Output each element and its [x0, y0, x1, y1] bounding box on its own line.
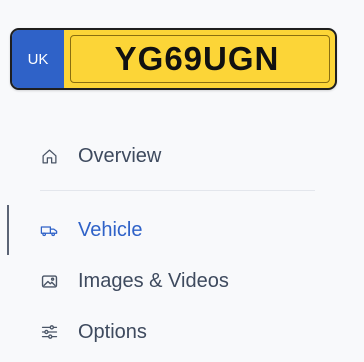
nav-divider: [40, 190, 315, 191]
car-icon: [40, 221, 58, 239]
nav-item-overview[interactable]: Overview: [40, 141, 161, 171]
home-icon: [40, 147, 58, 165]
nav-item-options[interactable]: Options: [40, 317, 147, 347]
image-icon: [40, 272, 58, 290]
nav-label-images-videos: Images & Videos: [78, 269, 229, 292]
nav-label-vehicle: Vehicle: [78, 218, 143, 241]
sliders-icon: [40, 323, 58, 341]
nav-label-options: Options: [78, 320, 147, 343]
sidebar-nav: Overview Vehicle Images & Videos Options: [0, 0, 364, 362]
nav-label-overview: Overview: [78, 144, 162, 167]
nav-item-vehicle[interactable]: Vehicle: [40, 215, 143, 245]
nav-item-images-videos[interactable]: Images & Videos: [40, 266, 229, 296]
active-indicator: [7, 205, 9, 255]
